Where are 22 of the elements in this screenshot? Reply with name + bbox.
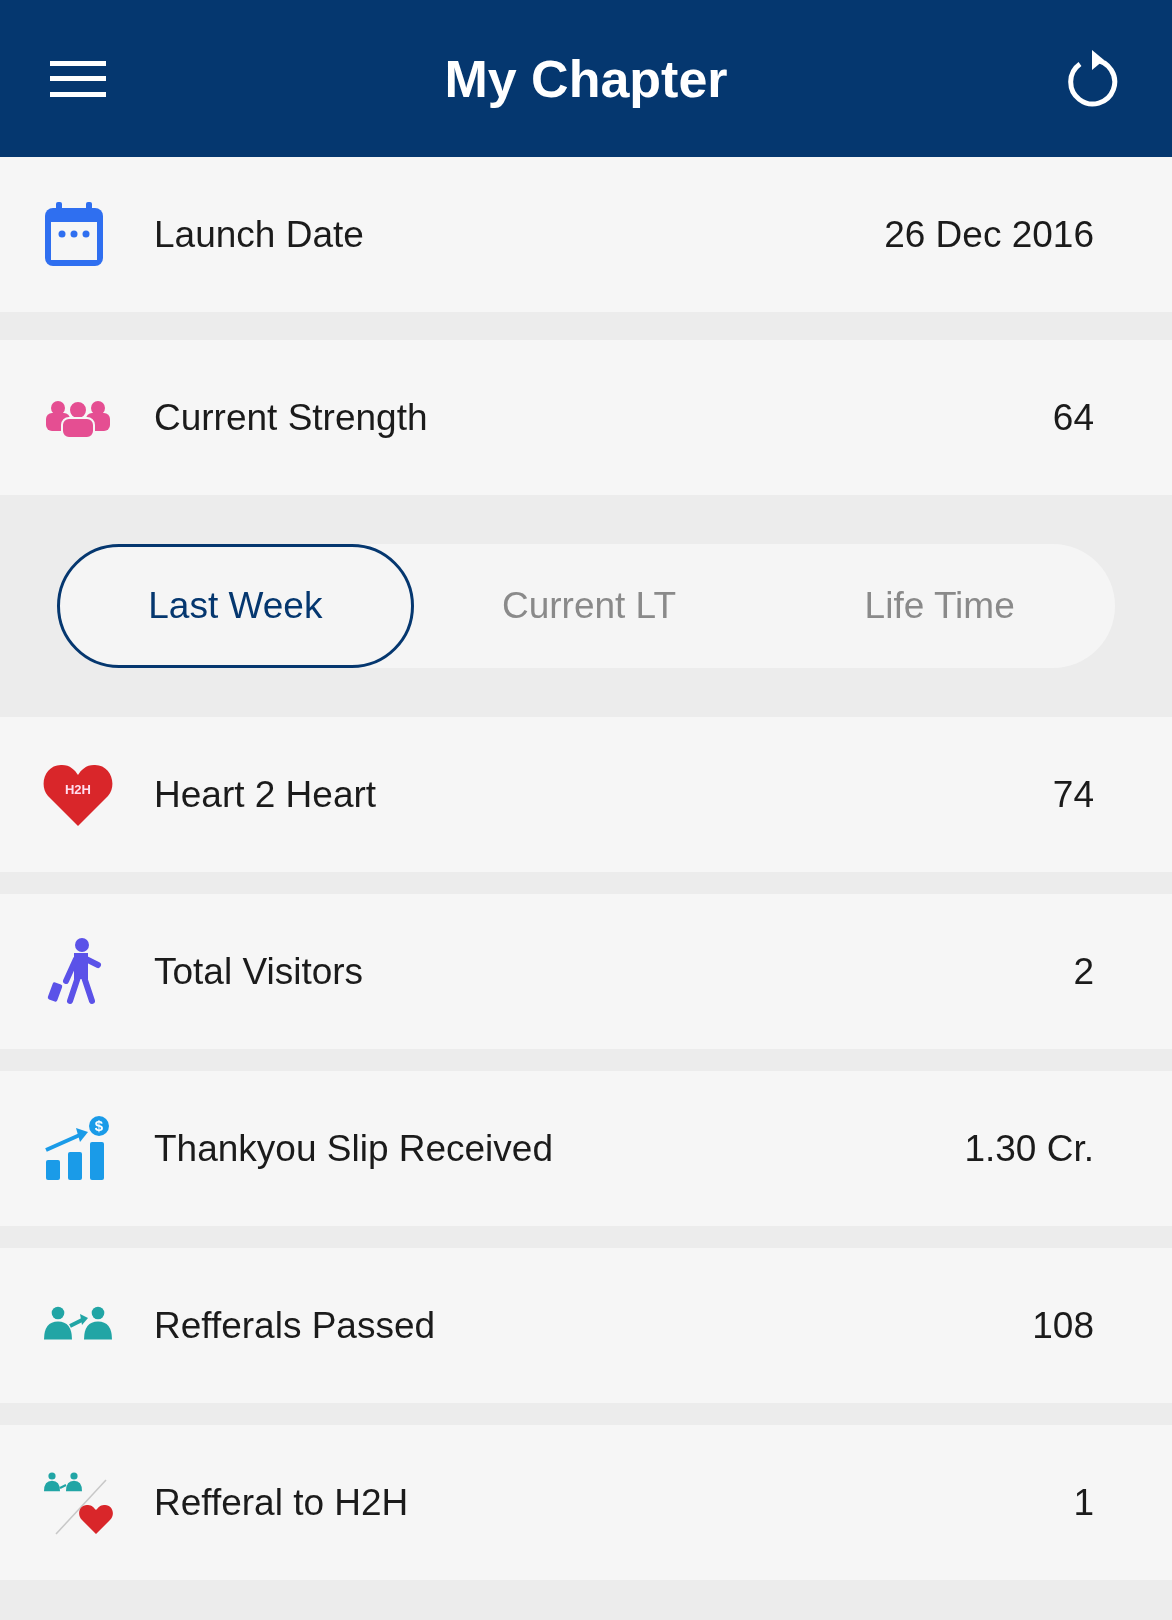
- stat-value: 74: [1052, 772, 1094, 817]
- stat-label: Current Strength: [154, 395, 429, 440]
- stat-label: Refferal to H2H: [154, 1480, 410, 1525]
- period-tab[interactable]: Last Week: [57, 544, 414, 668]
- stat-label: Thankyou Slip Received: [154, 1126, 554, 1171]
- stat-label: Total Visitors: [154, 949, 365, 994]
- referral-heart-icon: [42, 1469, 114, 1536]
- stat-value: 1.30 Cr.: [964, 1126, 1094, 1171]
- stat-value: 26 Dec 2016: [884, 212, 1094, 257]
- stat-value: 1: [1073, 1480, 1094, 1525]
- growth-chart-icon: [45, 1115, 109, 1180]
- stat-label: Heart 2 Heart: [154, 772, 378, 817]
- period-tab[interactable]: Life Time: [764, 544, 1115, 668]
- icon-label: $: [93, 1115, 105, 1136]
- stat-value: 2: [1073, 949, 1094, 994]
- stat-label: Refferals Passed: [154, 1303, 437, 1348]
- icon-label: H2H: [64, 780, 92, 799]
- stat-value: 108: [1032, 1303, 1094, 1348]
- stat-label: Launch Date: [154, 212, 365, 257]
- stat-value: 64: [1052, 395, 1094, 440]
- page-title: My Chapter: [444, 48, 728, 110]
- period-tab[interactable]: Current LT: [413, 544, 765, 668]
